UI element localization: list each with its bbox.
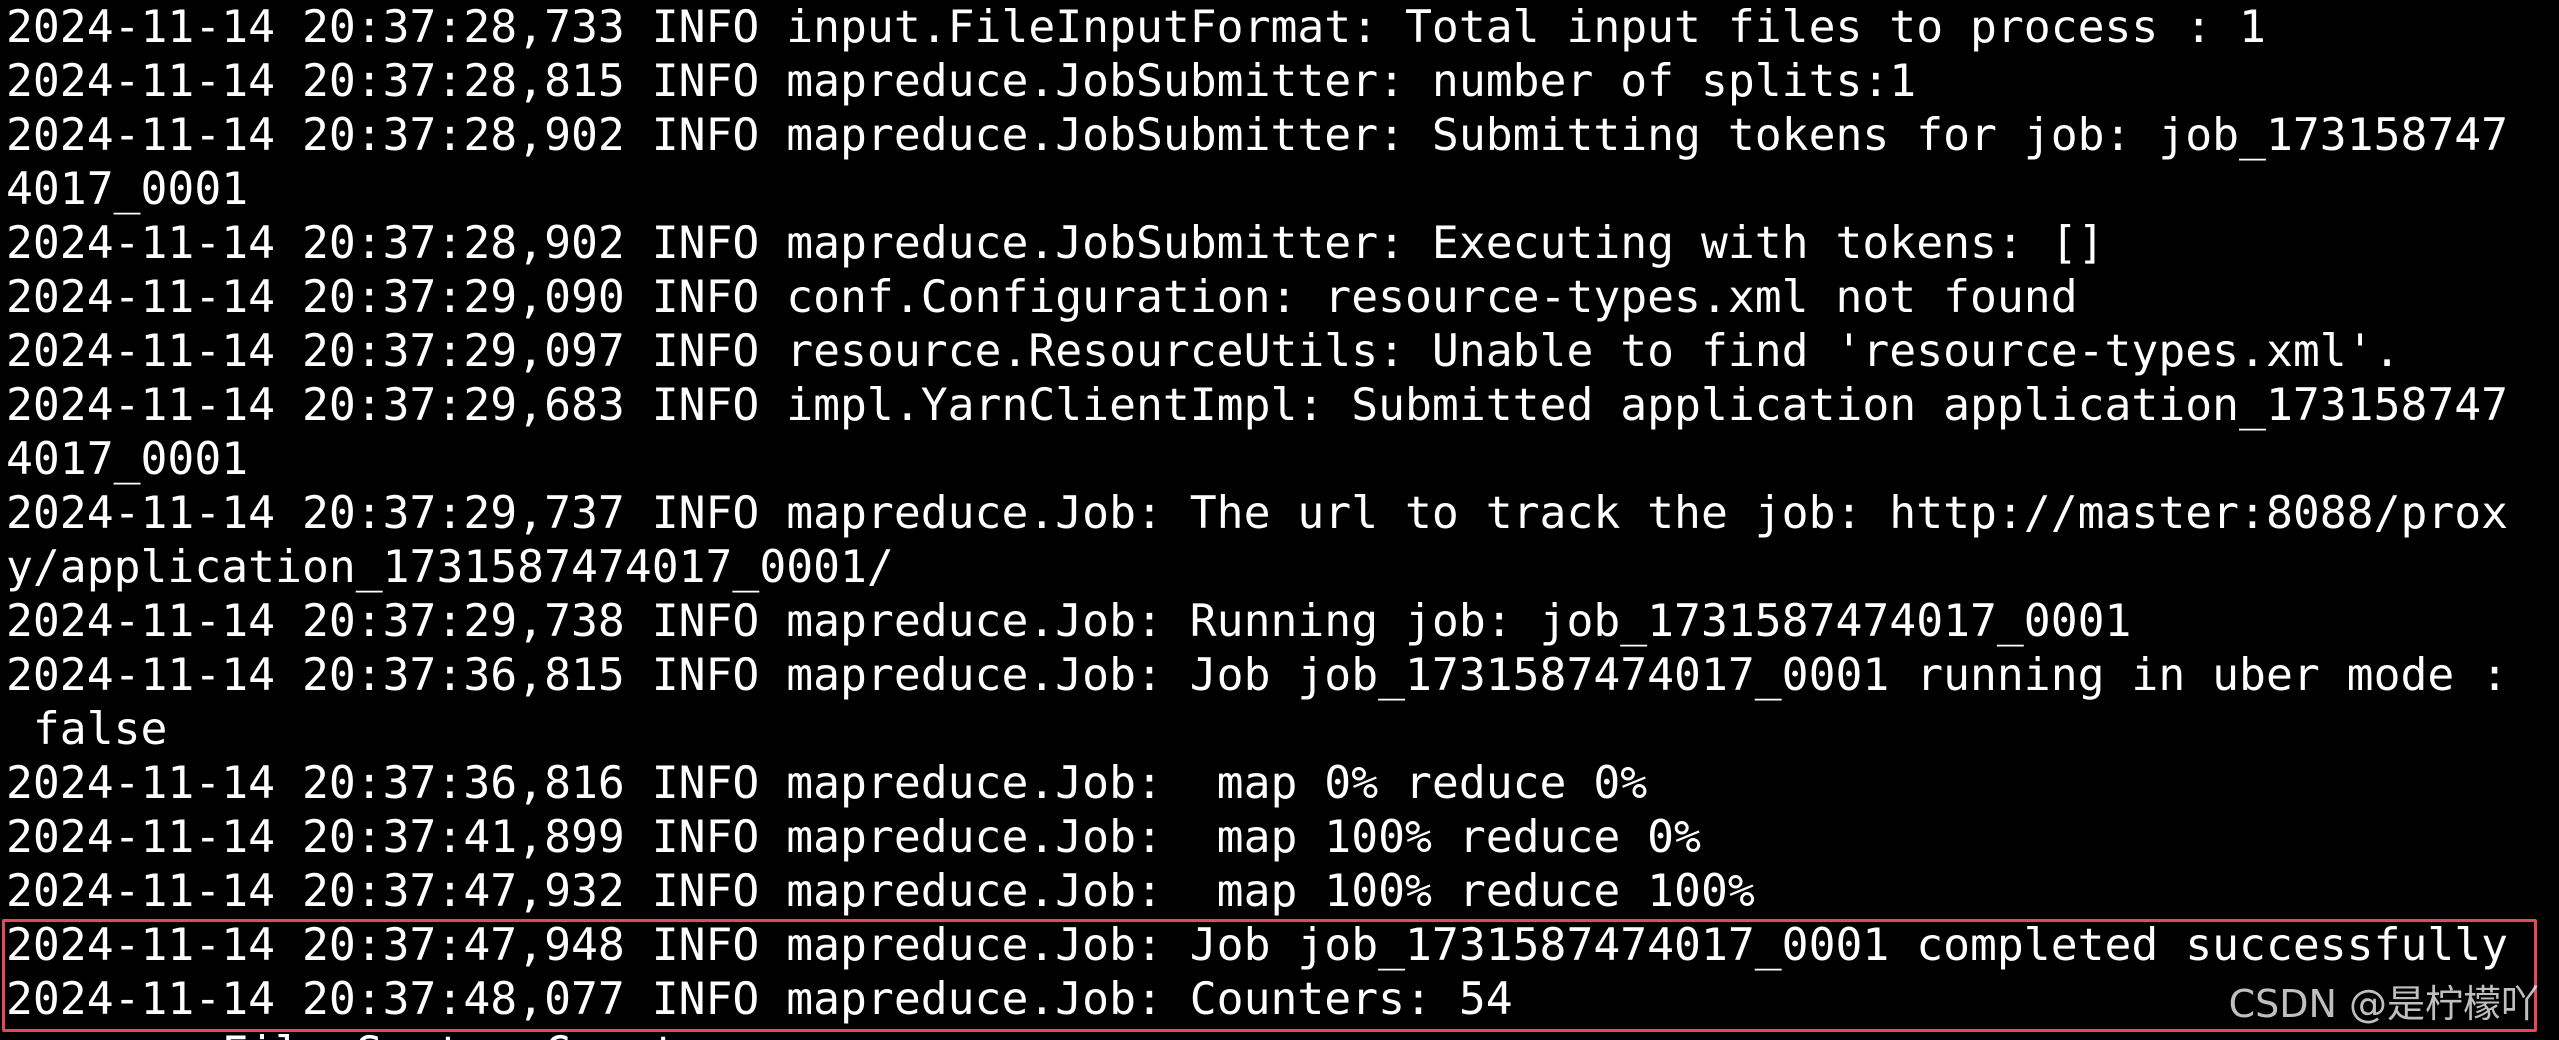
log-line: 2024-11-14 20:37:29,683 INFO impl.YarnCl…: [6, 379, 2509, 431]
log-line: false: [6, 703, 168, 755]
log-line-highlighted: 2024-11-14 20:37:48,077 INFO mapreduce.J…: [6, 973, 1513, 1025]
log-line: 2024-11-14 20:37:29,737 INFO mapreduce.J…: [6, 487, 2509, 539]
log-line: 2024-11-14 20:37:36,816 INFO mapreduce.J…: [6, 757, 1648, 809]
log-line: 2024-11-14 20:37:28,902 INFO mapreduce.J…: [6, 217, 2105, 269]
log-line: 2024-11-14 20:37:41,899 INFO mapreduce.J…: [6, 811, 1701, 863]
log-line: 2024-11-14 20:37:29,090 INFO conf.Config…: [6, 271, 2078, 323]
log-line: 2024-11-14 20:37:28,815 INFO mapreduce.J…: [6, 55, 1917, 107]
terminal-output: 2024-11-14 20:37:28,733 INFO input.FileI…: [6, 0, 2551, 1040]
log-line: 2024-11-14 20:37:36,815 INFO mapreduce.J…: [6, 649, 2509, 701]
log-line: y/application_1731587474017_0001/: [6, 541, 894, 593]
watermark: CSDN @是柠檬吖: [2228, 982, 2539, 1026]
terminal-window[interactable]: 2024-11-14 20:37:28,733 INFO input.FileI…: [0, 0, 2559, 1040]
log-line: File System Counters: [6, 1026, 2551, 1040]
log-line: 2024-11-14 20:37:29,097 INFO resource.Re…: [6, 325, 2401, 377]
log-line: 2024-11-14 20:37:28,733 INFO input.FileI…: [6, 1, 2266, 53]
log-line-highlighted: 2024-11-14 20:37:47,948 INFO mapreduce.J…: [6, 919, 2509, 971]
log-line: 2024-11-14 20:37:29,738 INFO mapreduce.J…: [6, 595, 2132, 647]
log-line: 2024-11-14 20:37:28,902 INFO mapreduce.J…: [6, 109, 2509, 161]
log-line: 2024-11-14 20:37:47,932 INFO mapreduce.J…: [6, 865, 1755, 917]
log-line: 4017_0001: [6, 163, 249, 215]
log-line: 4017_0001: [6, 433, 249, 485]
